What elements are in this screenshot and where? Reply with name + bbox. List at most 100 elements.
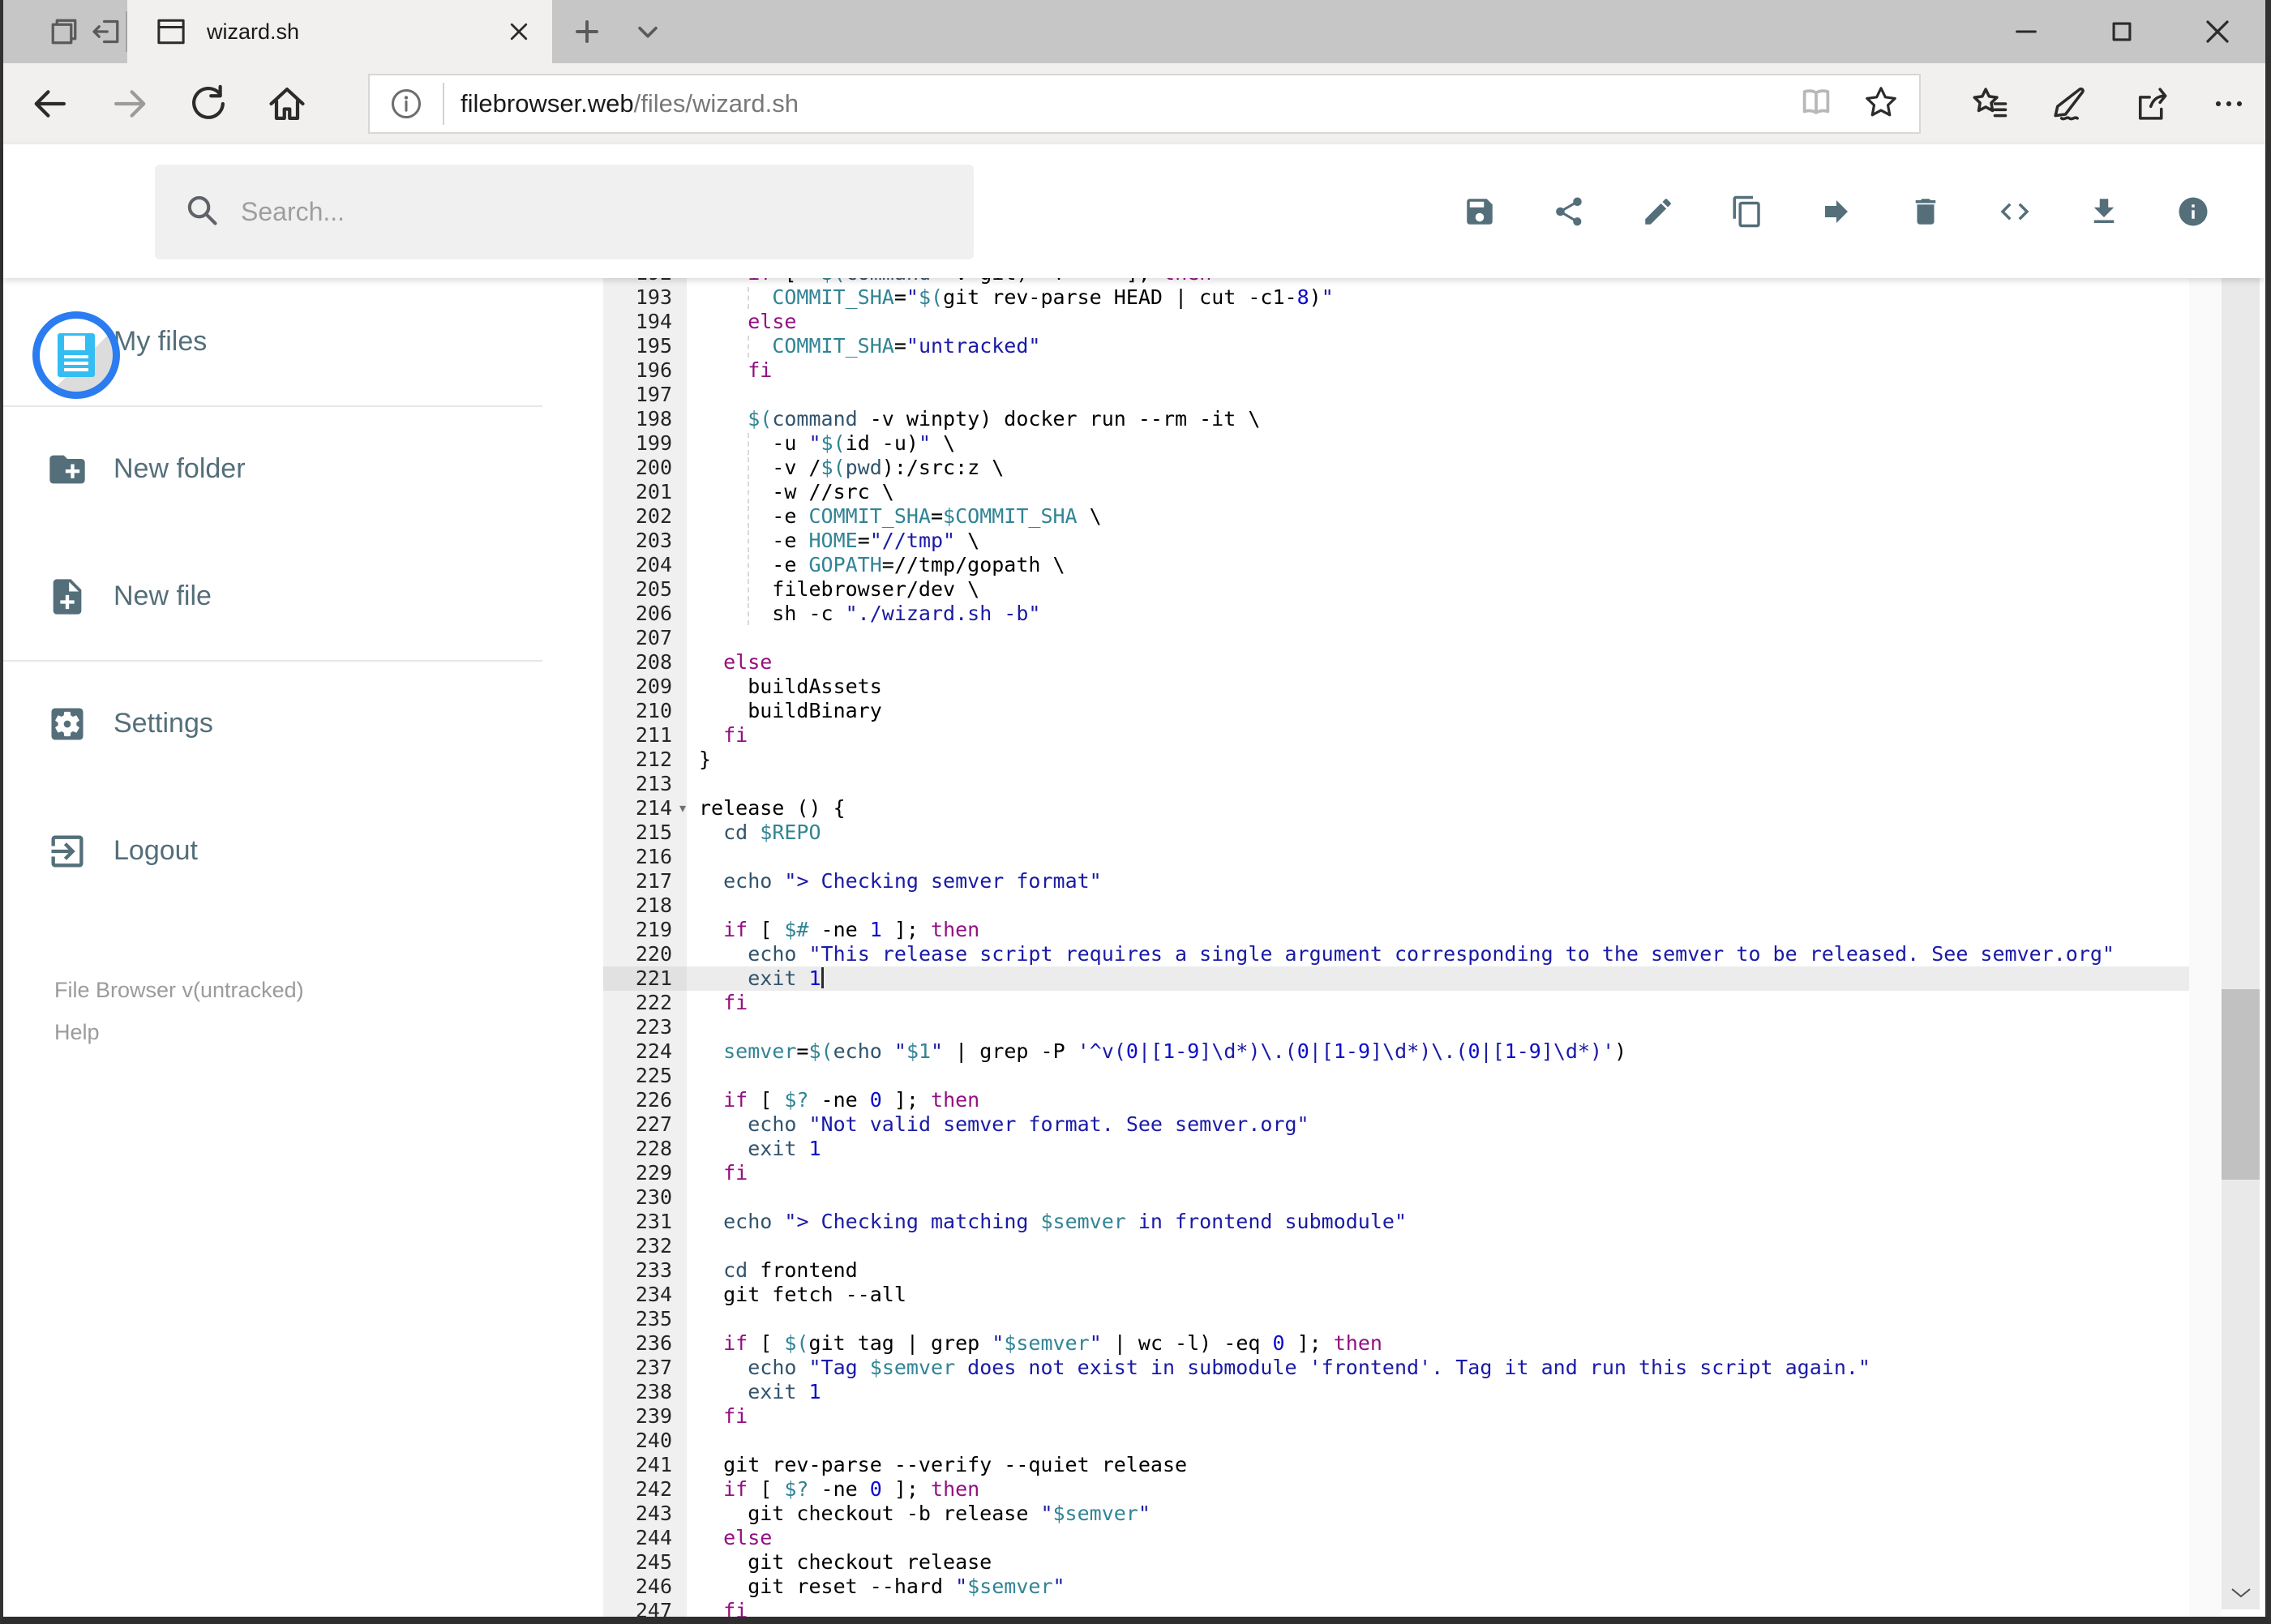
line-number[interactable]: 208 [603, 650, 687, 675]
code-line[interactable]: 236 if [ $(git tag | grep "$semver" | wc… [603, 1331, 2189, 1356]
line-number[interactable]: 195 [603, 334, 687, 358]
favorite-star-icon[interactable] [1862, 84, 1900, 125]
code-line[interactable]: 246 git reset --hard "$semver" [603, 1575, 2189, 1599]
code-line[interactable]: 209 buildAssets [603, 675, 2189, 699]
copy-button[interactable] [1729, 193, 1766, 230]
line-number[interactable]: 207 [603, 626, 687, 650]
line-number[interactable]: 246 [603, 1575, 687, 1599]
ellipsis-menu-button[interactable] [2196, 63, 2261, 144]
code-line[interactable]: 239 fi [603, 1404, 2189, 1429]
line-number[interactable]: 243 [603, 1502, 687, 1526]
code-line[interactable]: 238 exit 1 [603, 1380, 2189, 1404]
line-number[interactable]: 197 [603, 383, 687, 407]
sidebar-item-logout[interactable]: Logout [3, 787, 600, 915]
edit-button[interactable] [1639, 193, 1677, 230]
line-number[interactable]: 215 [603, 821, 687, 845]
line-number[interactable]: 235 [603, 1307, 687, 1331]
line-number[interactable]: 226 [603, 1088, 687, 1112]
line-number[interactable]: 242 [603, 1477, 687, 1502]
reading-view-icon[interactable] [1798, 84, 1835, 125]
scroll-down-icon[interactable] [2222, 1579, 2260, 1608]
tab-close-icon[interactable] [507, 19, 531, 44]
code-line[interactable]: 212} [603, 748, 2189, 772]
line-number[interactable]: 237 [603, 1356, 687, 1380]
line-number[interactable]: 245 [603, 1550, 687, 1575]
line-number[interactable]: 241 [603, 1453, 687, 1477]
code-line[interactable]: 192 if [ "$(command -v git)" != "" ]; th… [603, 278, 2189, 285]
line-number[interactable]: 239 [603, 1404, 687, 1429]
line-number[interactable]: 196 [603, 358, 687, 383]
share-button[interactable] [2121, 63, 2186, 144]
line-number[interactable]: 198 [603, 407, 687, 431]
line-number[interactable]: 204 [603, 553, 687, 577]
line-number[interactable]: 193 [603, 285, 687, 310]
line-number[interactable]: 230 [603, 1185, 687, 1210]
code-line[interactable]: 229 fi [603, 1161, 2189, 1185]
set-tabs-aside-button[interactable] [85, 0, 127, 63]
code-line[interactable]: 208 else [603, 650, 2189, 675]
site-info-icon[interactable] [370, 86, 443, 122]
line-number[interactable]: 220 [603, 942, 687, 966]
code-line[interactable]: 204 -e GOPATH=//tmp/gopath \ [603, 553, 2189, 577]
share-button[interactable] [1550, 193, 1588, 230]
tab-preview-button[interactable] [43, 0, 85, 63]
code-line[interactable]: 213 [603, 772, 2189, 796]
line-number[interactable]: 209 [603, 675, 687, 699]
refresh-button[interactable] [176, 63, 241, 144]
code-line[interactable]: 199 -u "$(id -u)" \ [603, 431, 2189, 456]
line-number[interactable]: 244 [603, 1526, 687, 1550]
code-line[interactable]: 202 -e COMMIT_SHA=$COMMIT_SHA \ [603, 504, 2189, 529]
line-number[interactable]: 240 [603, 1429, 687, 1453]
ink-pen-button[interactable] [2038, 63, 2103, 144]
line-number[interactable]: 227 [603, 1112, 687, 1137]
code-line[interactable]: 234 git fetch --all [603, 1283, 2189, 1307]
code-line[interactable]: 210 buildBinary [603, 699, 2189, 723]
line-number[interactable]: 231 [603, 1210, 687, 1234]
code-line[interactable]: 245 git checkout release [603, 1550, 2189, 1575]
fold-toggle-icon[interactable]: ▾ [679, 796, 686, 821]
line-number[interactable]: 219 [603, 918, 687, 942]
code-line[interactable]: 221 exit 1 [603, 966, 2189, 991]
code-line[interactable]: 207 [603, 626, 2189, 650]
maximize-button[interactable] [2074, 0, 2170, 63]
code-line[interactable]: 218 [603, 893, 2189, 918]
code-line[interactable]: 242 if [ $? -ne 0 ]; then [603, 1477, 2189, 1502]
code-line[interactable]: 201 -w //src \ [603, 480, 2189, 504]
info-button[interactable] [2175, 193, 2212, 230]
code-line[interactable]: 196 fi [603, 358, 2189, 383]
code-line[interactable]: 214▾release () { [603, 796, 2189, 821]
code-line[interactable]: 233 cd frontend [603, 1258, 2189, 1283]
code-line[interactable]: 241 git rev-parse --verify --quiet relea… [603, 1453, 2189, 1477]
line-number[interactable]: 206 [603, 602, 687, 626]
code-line[interactable]: 220 echo "This release script requires a… [603, 942, 2189, 966]
line-number[interactable]: 205 [603, 577, 687, 602]
code-line[interactable]: 215 cd $REPO [603, 821, 2189, 845]
scrollbar-thumb[interactable] [2222, 989, 2260, 1180]
tab-list-button[interactable] [623, 0, 672, 63]
line-number[interactable]: 229 [603, 1161, 687, 1185]
back-button[interactable] [17, 63, 82, 144]
code-line[interactable]: 247 fi [603, 1599, 2189, 1617]
code-line[interactable]: 240 [603, 1429, 2189, 1453]
code-line[interactable]: 228 exit 1 [603, 1137, 2189, 1161]
code-line[interactable]: 216 [603, 845, 2189, 869]
line-number[interactable]: 194 [603, 310, 687, 334]
address-bar[interactable]: filebrowser.web/files/wizard.sh [368, 74, 1921, 134]
code-line[interactable]: 231 echo "> Checking matching $semver in… [603, 1210, 2189, 1234]
code-line[interactable]: 198 $(command -v winpty) docker run --rm… [603, 407, 2189, 431]
line-number[interactable]: 238 [603, 1380, 687, 1404]
code-line[interactable]: 224 semver=$(echo "$1" | grep -P '^v(0|[… [603, 1039, 2189, 1064]
line-number[interactable]: 228 [603, 1137, 687, 1161]
code-line[interactable]: 193 COMMIT_SHA="$(git rev-parse HEAD | c… [603, 285, 2189, 310]
code-line[interactable]: 243 git checkout -b release "$semver" [603, 1502, 2189, 1526]
line-number[interactable]: 199 [603, 431, 687, 456]
line-number[interactable]: 236 [603, 1331, 687, 1356]
close-window-button[interactable] [2170, 0, 2265, 63]
code-line[interactable]: 232 [603, 1234, 2189, 1258]
search-input[interactable] [241, 197, 974, 227]
code-line[interactable]: 237 echo "Tag $semver does not exist in … [603, 1356, 2189, 1380]
line-number[interactable]: 223 [603, 1015, 687, 1039]
move-button[interactable] [1818, 193, 1855, 230]
code-line[interactable]: 217 echo "> Checking semver format" [603, 869, 2189, 893]
line-number[interactable]: 192 [603, 278, 687, 285]
